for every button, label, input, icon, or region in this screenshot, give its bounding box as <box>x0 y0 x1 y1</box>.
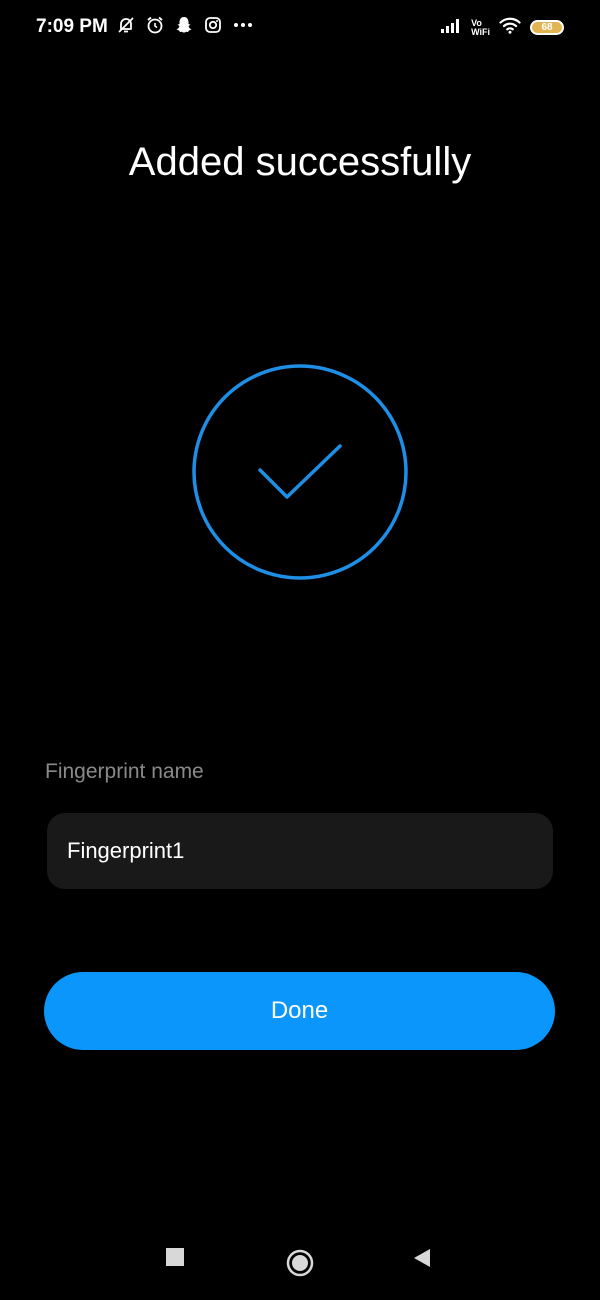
more-dots-icon <box>232 15 254 35</box>
notification-icons <box>116 15 254 35</box>
system-indicators: Vo WiFi 68 <box>440 16 564 39</box>
alarm-icon <box>145 15 165 35</box>
instagram-icon <box>203 15 223 35</box>
wifi-icon <box>499 16 521 39</box>
success-check-icon <box>192 364 408 580</box>
fingerprint-name-label: Fingerprint name <box>45 760 204 783</box>
fingerprint-name-value: Fingerprint1 <box>67 838 185 863</box>
done-button[interactable]: Done <box>44 972 555 1050</box>
recents-square-icon[interactable] <box>165 1247 185 1272</box>
status-bar: 7:09 PM Vo WiFi 68 <box>0 0 600 56</box>
battery-icon: 68 <box>530 20 564 35</box>
done-button-label: Done <box>270 997 329 1024</box>
page-title: Added successfully <box>128 140 472 184</box>
bell-off-icon <box>116 15 136 35</box>
status-time: 7:09 PM <box>36 16 108 37</box>
snapchat-icon <box>174 15 194 35</box>
fingerprint-name-input[interactable]: Fingerprint1 <box>47 813 553 889</box>
back-triangle-icon[interactable] <box>412 1247 432 1274</box>
navigation-bar <box>0 1235 600 1291</box>
vowifi-bottom-label: WiFi <box>471 26 490 37</box>
vowifi-indicator: Vo WiFi <box>471 18 490 37</box>
signal-icon <box>440 17 462 38</box>
home-circle-icon[interactable] <box>286 1249 314 1282</box>
battery-level: 68 <box>541 22 553 33</box>
